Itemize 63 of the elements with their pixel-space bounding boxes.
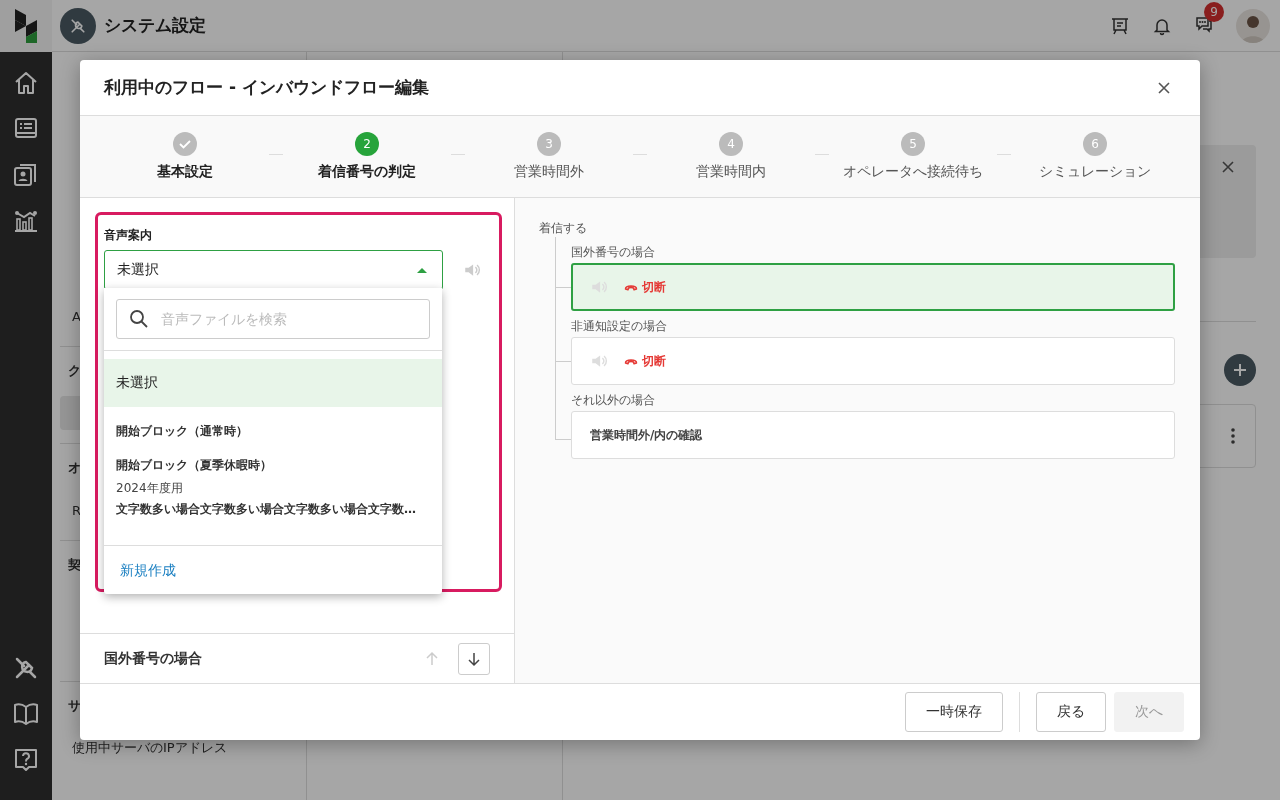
arrow-down-icon bbox=[466, 650, 482, 667]
step-number: 4 bbox=[719, 132, 743, 156]
field-label: 音声案内 bbox=[104, 227, 153, 244]
branch-condition: 国外番号の場合 bbox=[571, 244, 656, 261]
option-title: 開始ブロック（夏季休暇時） bbox=[116, 457, 273, 474]
notification-badge: 9 bbox=[1204, 1, 1224, 22]
nav-item[interactable]: A bbox=[60, 294, 81, 338]
nav-section-heading: ク bbox=[67, 362, 81, 380]
close-icon bbox=[1156, 79, 1172, 96]
move-down-button[interactable] bbox=[458, 642, 490, 675]
book-icon[interactable] bbox=[12, 700, 40, 728]
plus-icon bbox=[1232, 362, 1248, 378]
section-title: 国外番号の場合 bbox=[104, 649, 202, 668]
search-icon bbox=[129, 309, 149, 329]
action-label: 切断 bbox=[642, 352, 666, 370]
page-title: システム設定 bbox=[104, 14, 206, 37]
voice-select[interactable]: 未選択 bbox=[104, 250, 443, 290]
caret-up-icon bbox=[416, 266, 428, 274]
avatar[interactable] bbox=[1236, 8, 1270, 43]
action-label: 切断 bbox=[642, 278, 666, 296]
step-label: 基本設定 bbox=[157, 163, 213, 181]
step-label: 営業時間内 bbox=[696, 163, 766, 181]
nav-section-heading: オ bbox=[67, 459, 81, 477]
branch-condition: それ以外の場合 bbox=[571, 392, 656, 409]
logo-icon bbox=[15, 9, 37, 43]
help-icon[interactable] bbox=[12, 746, 40, 774]
board-icon[interactable] bbox=[1110, 15, 1130, 36]
flow-root-label: 着信する bbox=[539, 220, 588, 237]
search-field[interactable]: 音声ファイルを検索 bbox=[116, 299, 430, 339]
option-title: 開始ブロック（通常時） bbox=[116, 422, 249, 440]
dropdown-option[interactable]: 開始ブロック（夏季休暇時） 2024年度用 bbox=[104, 455, 442, 499]
option-title: 文字数多い場合文字数多い場合文字数多い場合文字数… bbox=[116, 501, 417, 518]
dropdown-option[interactable]: 開始ブロック（通常時） bbox=[104, 407, 442, 455]
option-subtitle: 2024年度用 bbox=[116, 480, 184, 497]
nav-section-heading: サ bbox=[67, 697, 81, 715]
nav-item[interactable]: R bbox=[60, 488, 82, 532]
more-icon[interactable] bbox=[1231, 428, 1235, 444]
dropdown-option[interactable]: 未選択 bbox=[104, 359, 442, 407]
save-draft-button[interactable]: 一時保存 bbox=[905, 692, 1003, 732]
back-button[interactable]: 戻る bbox=[1036, 692, 1106, 732]
dialog-title: 利用中のフロー - インバウンドフロー編集 bbox=[104, 76, 429, 99]
step-number: 2 bbox=[355, 132, 379, 156]
step-label: シミュレーション bbox=[1039, 163, 1151, 181]
flow-node-card[interactable]: 切断 bbox=[571, 263, 1175, 311]
nav-section-heading: 契 bbox=[67, 556, 81, 574]
step-number: 3 bbox=[537, 132, 561, 156]
branch-condition: 非通知設定の場合 bbox=[571, 318, 668, 335]
step-label: 着信番号の判定 bbox=[318, 163, 416, 181]
step-label: オペレータへ接続待ち bbox=[843, 163, 983, 181]
dropdown-option[interactable]: 文字数多い場合文字数多い場合文字数多い場合文字数… bbox=[104, 499, 442, 545]
step-number: 5 bbox=[901, 132, 925, 156]
check-icon bbox=[178, 137, 192, 151]
flow-node-card[interactable]: 営業時間外/内の確認 bbox=[571, 411, 1175, 459]
close-icon[interactable] bbox=[1220, 159, 1236, 175]
option-title: 未選択 bbox=[116, 374, 159, 392]
step-number: 6 bbox=[1083, 132, 1107, 156]
flow-node-card[interactable]: 切断 bbox=[571, 337, 1175, 385]
arrow-up-icon bbox=[424, 650, 440, 667]
step-label: 営業時間外/内の確認 bbox=[590, 426, 703, 444]
app-logo[interactable] bbox=[0, 0, 52, 52]
step-label: 営業時間外 bbox=[514, 163, 584, 181]
add-button[interactable] bbox=[1224, 354, 1256, 386]
create-new-link[interactable]: 新規作成 bbox=[120, 562, 176, 578]
